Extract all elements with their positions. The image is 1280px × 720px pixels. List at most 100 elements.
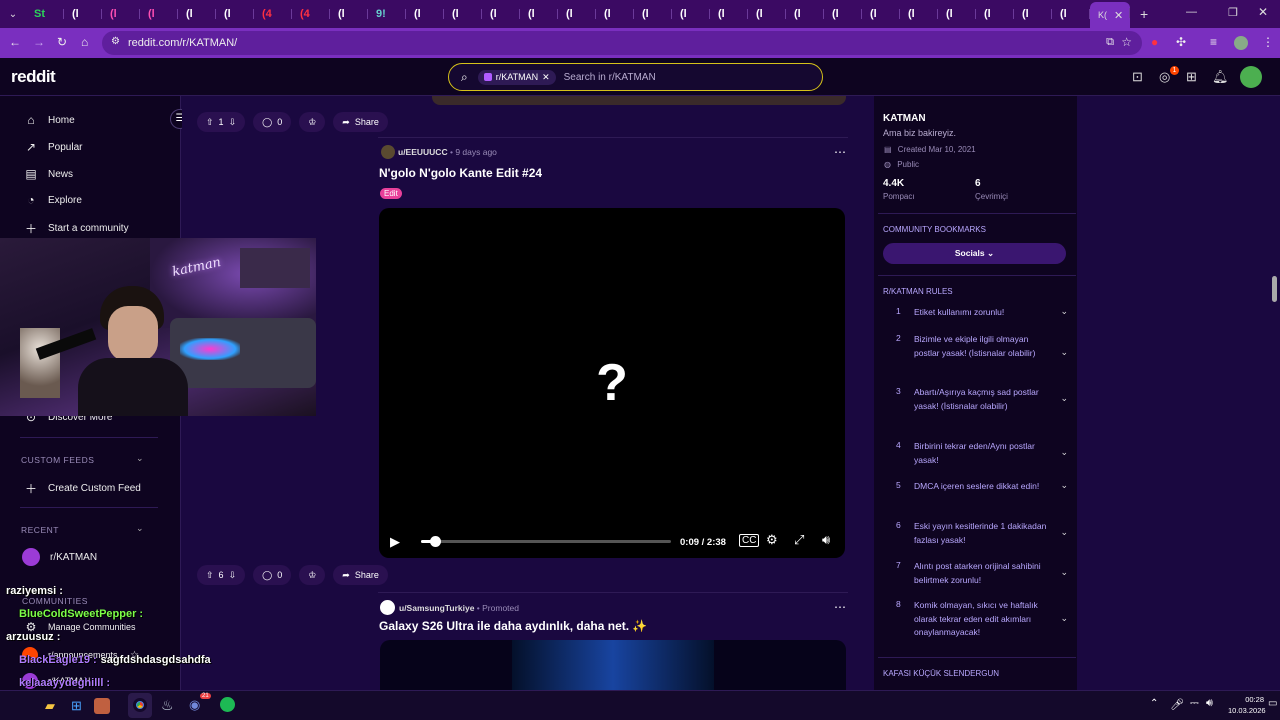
microphone-icon[interactable]: 🎤︎	[1170, 698, 1184, 711]
video-progress-handle[interactable]	[430, 536, 442, 547]
store-icon[interactable]: ⊞	[71, 698, 82, 714]
post-options-icon[interactable]: ⋯	[834, 600, 846, 614]
recent-item-katman[interactable]: r/KATMAN	[22, 548, 97, 566]
rule-item[interactable]: 4 Birbirini tekrar eden/Aynı postlar yasa…	[888, 440, 1068, 467]
sidebar-item-start-a-community[interactable]: ＋ Start a community	[24, 220, 129, 237]
avatar-app-icon[interactable]	[94, 698, 110, 714]
browser-tab[interactable]: (l	[1052, 3, 1090, 25]
volume-icon[interactable]: 🔊︎	[822, 532, 830, 548]
bookmark-star-icon[interactable]: ☆	[1121, 35, 1132, 49]
award-button[interactable]: ♔	[299, 112, 326, 132]
rule-item[interactable]: 7 Alıntı post atarken orijinal sahibini b…	[888, 560, 1068, 587]
fullscreen-icon[interactable]: ⤢	[794, 532, 804, 548]
browser-tab[interactable]: (l	[444, 3, 482, 25]
socials-button[interactable]: Socials ⌄	[883, 243, 1066, 264]
browser-tab[interactable]: (l	[140, 3, 178, 25]
create-post-icon[interactable]: ⊞	[1186, 69, 1197, 85]
rule-item[interactable]: 5 DMCA içeren seslere dikkat edin! ⌄	[888, 480, 1068, 494]
browser-tab[interactable]: (l	[64, 3, 102, 25]
page-scrollbar[interactable]	[1272, 276, 1277, 302]
extensions-icon[interactable]: ✣	[1176, 35, 1186, 49]
user-avatar[interactable]	[1240, 66, 1262, 88]
recent-heading[interactable]: RECENT	[21, 525, 59, 535]
browser-tab[interactable]: (l	[786, 3, 824, 25]
new-tab-button[interactable]: +	[1140, 6, 1148, 22]
rule-item[interactable]: 2 Bizimle ve ekiple ilgili olmayan postla…	[888, 333, 1068, 360]
address-bar[interactable]: ⚙ reddit.com/r/KATMAN/ ⧉ ☆	[102, 31, 1142, 55]
opera-extension-icon[interactable]: ●	[1151, 35, 1158, 49]
captions-icon[interactable]: CC	[739, 534, 760, 547]
chevron-down-icon[interactable]: ⌄	[1060, 613, 1068, 640]
profile-avatar[interactable]	[1234, 36, 1248, 50]
browser-tab[interactable]: (l	[596, 3, 634, 25]
award-button[interactable]: ♔	[299, 565, 326, 585]
browser-tab[interactable]: (l	[710, 3, 748, 25]
browser-tab[interactable]: St	[26, 3, 64, 25]
browser-tab[interactable]: (l	[1014, 3, 1052, 25]
home-browser-icon[interactable]: ⌂	[81, 35, 88, 49]
volume-tray-icon[interactable]: 🔊︎	[1206, 697, 1213, 710]
browser-menu-icon[interactable]: ⋮	[1262, 35, 1274, 49]
sidebar-item-explore[interactable]: ◔ Explore	[24, 193, 82, 207]
share-button[interactable]: ➦ Share	[333, 565, 388, 585]
browser-tab[interactable]: (4	[254, 3, 292, 25]
browser-tab[interactable]: (l	[824, 3, 862, 25]
promoted-author[interactable]: u/SamsungTurkiye	[399, 603, 474, 613]
upvote-icon[interactable]: ⇧	[206, 570, 214, 581]
media-control-icon[interactable]: ≡	[1210, 35, 1217, 49]
notification-center-icon[interactable]: ▭	[1268, 698, 1277, 709]
communities-heading[interactable]: COMMUNITIES	[22, 596, 88, 606]
chip-close-icon[interactable]: ✕	[542, 72, 550, 83]
browser-tab[interactable]: (l	[634, 3, 672, 25]
upvote-icon[interactable]: ⇧	[206, 117, 214, 128]
chevron-down-icon[interactable]: ⌄	[1060, 306, 1068, 320]
browser-tab[interactable]: (l	[178, 3, 216, 25]
tab-search-button[interactable]: ⌄	[0, 9, 26, 20]
settings-gear-icon[interactable]: ⚙	[766, 532, 778, 548]
share-button[interactable]: ➦ Share	[333, 112, 388, 132]
browser-tab[interactable]: (l	[406, 3, 444, 25]
rule-item[interactable]: 6 Eski yayın kesitlerinde 1 dakikadan faz…	[888, 520, 1068, 547]
chevron-down-icon[interactable]: ⌄	[1060, 480, 1068, 494]
browser-tab[interactable]: (l	[330, 3, 368, 25]
comments-button[interactable]: ◯ 0	[253, 565, 292, 585]
search-bar[interactable]: ⌕ r/KATMAN ✕ Search in r/KATMAN	[448, 63, 823, 91]
downvote-icon[interactable]: ⇩	[229, 570, 237, 581]
bell-icon[interactable]: 🔔︎	[1212, 69, 1229, 85]
sidebar-item-popular[interactable]: ↗ Popular	[24, 140, 83, 154]
samsung-avatar[interactable]	[380, 600, 395, 615]
comments-button[interactable]: ◯ 0	[253, 112, 292, 132]
browser-tab[interactable]: 9!	[368, 3, 406, 25]
reload-icon[interactable]: ↻	[57, 35, 67, 49]
chevron-down-icon[interactable]: ⌄	[1060, 347, 1068, 361]
browser-tab[interactable]: (4	[292, 3, 330, 25]
site-info-icon[interactable]: ⚙	[111, 36, 120, 47]
custom-feeds-heading[interactable]: CUSTOM FEEDS	[21, 455, 94, 465]
browser-tab[interactable]: (l	[216, 3, 254, 25]
downvote-icon[interactable]: ⇩	[229, 117, 237, 128]
rule-item[interactable]: 1 Etiket kullanımı zorunlu! ⌄	[888, 306, 1068, 320]
browser-tab[interactable]: (l	[672, 3, 710, 25]
browser-tab[interactable]: (l	[900, 3, 938, 25]
browser-tab[interactable]: (l	[748, 3, 786, 25]
chevron-down-icon[interactable]: ⌄	[136, 523, 144, 534]
promoted-title[interactable]: Galaxy S26 Ultra ile daha aydınlık, daha…	[379, 619, 647, 633]
author-avatar[interactable]	[381, 145, 395, 159]
restore-button[interactable]: ❐	[1228, 6, 1238, 19]
file-explorer-icon[interactable]: ▰	[45, 698, 55, 714]
chat-icon[interactable]: ◎	[1159, 69, 1170, 85]
chevron-down-icon[interactable]: ⌄	[1060, 447, 1068, 467]
rule-item[interactable]: 3 Abartı/Aşırıya kaçmış sad postlar yasak…	[888, 386, 1068, 413]
browser-tab[interactable]: (l	[862, 3, 900, 25]
install-icon[interactable]: ⧉	[1106, 36, 1114, 49]
chevron-down-icon[interactable]: ⌄	[1060, 527, 1068, 547]
clock[interactable]: 00:28 10.03.2026	[1228, 694, 1266, 716]
browser-tab[interactable]: (l	[976, 3, 1014, 25]
post-title[interactable]: N'golo N'golo Kante Edit #24	[379, 166, 542, 180]
minimize-button[interactable]: —	[1186, 6, 1197, 18]
browser-tab[interactable]: (l	[102, 3, 140, 25]
advertise-icon[interactable]: ⊡	[1132, 69, 1143, 85]
post-options-icon[interactable]: ⋯	[834, 145, 846, 159]
back-icon[interactable]: ←	[9, 35, 21, 49]
steam-icon[interactable]: ♨	[161, 697, 174, 714]
